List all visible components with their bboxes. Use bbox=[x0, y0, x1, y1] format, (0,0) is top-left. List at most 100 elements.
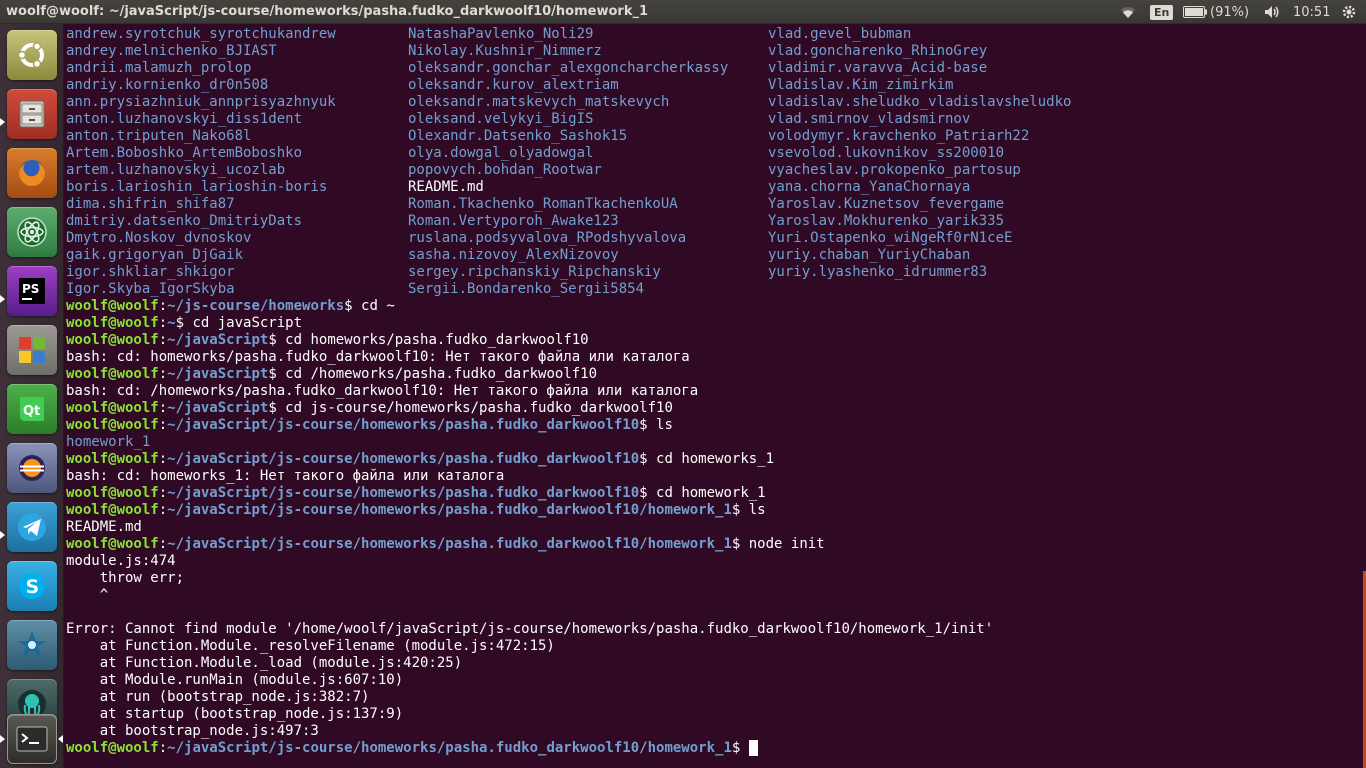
prompt-user: woolf@woolf bbox=[66, 536, 159, 552]
prompt-separator: : bbox=[158, 740, 168, 756]
listing-entry: vlad.smirnov_vladsmirnov bbox=[768, 111, 971, 127]
file-cabinet-icon bbox=[19, 100, 45, 128]
prompt-path: ~/javaScript/js-course/homeworks/pasha.f… bbox=[167, 502, 732, 518]
files-button[interactable] bbox=[7, 89, 57, 139]
output-line: at Module.runMain (module.js:607:10) bbox=[66, 672, 404, 688]
listing-entry: dmitriy.datsenko_DmitriyDats bbox=[66, 213, 303, 229]
listing-entry: gaik.grigoryan_DjGaik bbox=[66, 247, 244, 263]
prompt-separator: : bbox=[158, 451, 168, 467]
text-cursor[interactable] bbox=[748, 740, 758, 756]
listing-entry: anton.triputen_Nako68l bbox=[66, 128, 252, 144]
listing-entry: yuriy.lyashenko_idrummer83 bbox=[768, 264, 988, 280]
clock-time: 10:51 bbox=[1293, 4, 1331, 20]
prompt-separator: : bbox=[158, 332, 168, 348]
command-text: $ cd homeworks/pasha.fudko_darkwoolf10 bbox=[268, 332, 589, 348]
listing-entry: yana.chorna_YanaChornaya bbox=[768, 179, 971, 195]
libreoffice-button[interactable] bbox=[7, 325, 57, 375]
terminal-icon bbox=[16, 726, 48, 752]
prompt-line: woolf@woolf:~/js-course/homeworks$ cd ~ bbox=[66, 298, 395, 315]
command-text: $ ls bbox=[731, 502, 766, 518]
prompt-path: ~ bbox=[167, 315, 176, 331]
output-line: bash: cd: homeworks/pasha.fudko_darkwool… bbox=[66, 349, 690, 365]
prompt-separator: : bbox=[158, 536, 168, 552]
prompt-user: woolf@woolf bbox=[66, 485, 159, 501]
running-indicator bbox=[0, 295, 5, 303]
listing-entry: vladislav.sheludko_vladislavsheludko bbox=[768, 94, 1072, 110]
keyboard-layout-indicator[interactable]: En bbox=[1150, 0, 1174, 24]
wifi-icon[interactable] bbox=[1118, 0, 1138, 24]
listing-entry: andrew.syrotchuk_syrotchukandrew bbox=[66, 26, 336, 42]
skype-icon: S bbox=[19, 573, 45, 599]
prompt-user: woolf@woolf bbox=[66, 740, 159, 756]
listing-entry: Igor.Skyba_IgorSkyba bbox=[66, 281, 235, 297]
listing-entry: Dmytro.Noskov_dvnoskov bbox=[66, 230, 252, 246]
top-panel: woolf@woolf: ~/javaScript/js-course/home… bbox=[0, 0, 1366, 24]
command-text: $ ls bbox=[639, 417, 673, 433]
prompt-user: woolf@woolf bbox=[66, 298, 159, 314]
window-title: woolf@woolf: ~/javaScript/js-course/home… bbox=[6, 4, 649, 19]
output-line: at bootstrap_node.js:497:3 bbox=[66, 723, 319, 739]
listing-entry: NatashaPavlenko_Noli29 bbox=[408, 26, 594, 42]
focused-indicator bbox=[58, 735, 63, 743]
phpstorm-button[interactable]: PS bbox=[7, 266, 57, 316]
prompt-separator: : bbox=[158, 366, 168, 382]
prompt-user: woolf@woolf bbox=[66, 451, 159, 467]
listing-entry: oleksandr.kurov_alextriam bbox=[408, 77, 619, 93]
listing-entry: Yuri.Ostapenko_wiNgeRf0rN1ceE bbox=[768, 230, 1013, 246]
listing-entry: Yaroslav.Kuznetsov_fevergame bbox=[768, 196, 1005, 212]
listing-entry: Vladislav.Kim_zimirkim bbox=[768, 77, 954, 93]
command-text: $ cd js-course/homeworks/pasha.fudko_dar… bbox=[268, 400, 673, 416]
phpstorm-icon: PS bbox=[19, 278, 45, 304]
output-line: README.md bbox=[66, 519, 142, 535]
firefox-button[interactable] bbox=[7, 148, 57, 198]
prompt-user: woolf@woolf bbox=[66, 417, 159, 433]
atom-icon bbox=[17, 217, 47, 247]
prompt-separator: : bbox=[158, 417, 168, 433]
listing-entry: ann.prysiazhniuk_annprisyazhnyuk bbox=[66, 94, 336, 110]
terminal-window[interactable]: andrew.syrotchuk_syrotchukandrew NatashaP… bbox=[64, 24, 1366, 768]
prompt-separator: : bbox=[158, 502, 168, 518]
skype-button[interactable]: S bbox=[7, 561, 57, 611]
dolphin-workbench-icon bbox=[18, 631, 46, 658]
command-text: $ cd homeworks_1 bbox=[639, 451, 775, 467]
prompt-path: ~/javaScript/js-course/homeworks/pasha.f… bbox=[167, 485, 640, 501]
output-line: at Function.Module._resolveFilename (mod… bbox=[66, 638, 555, 654]
listing-entry: oleksandr.matskevych_matskevych bbox=[408, 94, 670, 110]
output-line: at run (bootstrap_node.js:382:7) bbox=[66, 689, 370, 705]
launcher: PS Qt S bbox=[0, 24, 64, 768]
ubuntu-dash-button[interactable] bbox=[7, 30, 57, 80]
output-line: Error: Cannot find module '/home/woolf/j… bbox=[66, 621, 994, 637]
eclipse-icon bbox=[19, 455, 45, 481]
power-gear-icon[interactable] bbox=[1341, 0, 1357, 24]
output-line: at Function.Module._load (module.js:420:… bbox=[66, 655, 463, 671]
listing-entry: vsevolod.lukovnikov_ss200010 bbox=[768, 145, 1005, 161]
qt-creator-button[interactable]: Qt bbox=[7, 384, 57, 434]
listing-entry: yuriy.chaban_YuriyChaban bbox=[768, 247, 971, 263]
prompt-line: woolf@woolf:~/javaScript/js-course/homew… bbox=[66, 502, 766, 519]
output-line: at startup (bootstrap_node.js:137:9) bbox=[66, 706, 404, 722]
battery-indicator[interactable]: (91%) bbox=[1183, 0, 1249, 24]
atom-button[interactable] bbox=[7, 207, 57, 257]
command-text: $ bbox=[731, 740, 749, 756]
listing-entry: andriy.kornienko_dr0n508 bbox=[66, 77, 269, 93]
prompt-path: ~/javaScript/js-course/homeworks/pasha.f… bbox=[167, 451, 640, 467]
telegram-button[interactable] bbox=[7, 502, 57, 552]
output-line: module.js:474 bbox=[66, 553, 176, 569]
listing-entry: oleksand.velykyi_BigIS bbox=[408, 111, 594, 127]
prompt-line: woolf@woolf:~/javaScript$ cd js-course/h… bbox=[66, 400, 673, 417]
clock[interactable]: 10:51 bbox=[1293, 0, 1330, 24]
prompt-line: woolf@woolf:~/javaScript/js-course/homew… bbox=[66, 451, 774, 468]
prompt-user: woolf@woolf bbox=[66, 332, 159, 348]
eclipse-button[interactable] bbox=[7, 443, 57, 493]
listing-entry: andrey.melnichenko_BJIAST bbox=[66, 43, 277, 59]
prompt-line: woolf@woolf:~/javaScript$ cd homeworks/p… bbox=[66, 332, 589, 349]
firefox-icon bbox=[19, 160, 45, 186]
output-line: throw err; bbox=[66, 570, 185, 586]
listing-entry: Sergii.Bondarenko_Sergii5854 bbox=[408, 281, 645, 297]
mysql-workbench-button[interactable] bbox=[7, 620, 57, 670]
terminal-button[interactable] bbox=[7, 714, 57, 764]
listing-entry: andrii.malamuzh_prolop bbox=[66, 60, 252, 76]
volume-icon[interactable] bbox=[1264, 0, 1280, 24]
listing-entry: vlad.gevel_bubman bbox=[768, 26, 912, 42]
listing-entry: artem.luzhanovskyi_ucozlab bbox=[66, 162, 286, 178]
